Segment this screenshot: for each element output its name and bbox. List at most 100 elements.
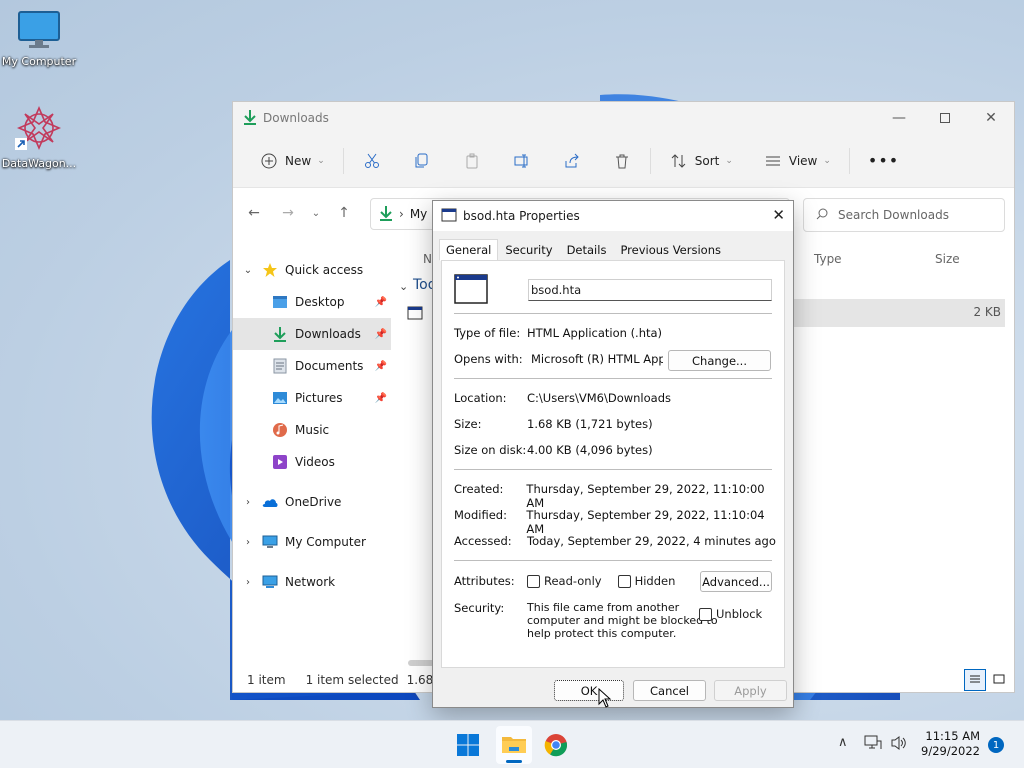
start-button[interactable] — [456, 733, 480, 760]
taskbar: ∧ 11:15 AM 9/29/2022 1 — [0, 720, 1024, 768]
item-count: 1 item — [247, 673, 286, 687]
explorer-titlebar[interactable]: Downloads — ✕ — [233, 102, 1014, 134]
recent-locations-button[interactable]: ⌄ — [305, 196, 327, 230]
pin-icon: 📌 — [374, 328, 387, 340]
new-button[interactable]: New ⌄ — [251, 145, 333, 177]
taskbar-chrome[interactable] — [544, 733, 568, 760]
details-view-button[interactable] — [964, 669, 986, 691]
scissors-icon — [362, 151, 382, 171]
desktop-icon-datawagon[interactable]: DataWagon... — [0, 104, 78, 170]
monitor-icon — [0, 10, 78, 53]
minimize-button[interactable]: — — [876, 102, 922, 134]
picture-icon — [271, 389, 289, 407]
separator — [454, 560, 772, 561]
share-button[interactable] — [554, 145, 590, 177]
up-button[interactable]: ↑ — [327, 196, 361, 230]
change-button[interactable]: Change... — [668, 350, 771, 371]
sidebar-item-videos[interactable]: Videos — [233, 446, 391, 478]
tab-general[interactable]: General — [439, 239, 499, 261]
search-box[interactable]: Search Downloads — [803, 198, 1005, 232]
sidebar-quick-access[interactable]: ⌄ Quick access — [233, 254, 391, 286]
ok-button[interactable]: OK — [554, 680, 624, 701]
copy-button[interactable] — [404, 145, 440, 177]
trash-icon — [612, 151, 632, 171]
volume-icon[interactable] — [890, 735, 908, 754]
column-header-type[interactable]: Type — [814, 252, 842, 266]
notification-badge[interactable]: 1 — [988, 737, 1004, 753]
rename-button[interactable] — [504, 145, 540, 177]
location-label: Location: — [454, 391, 507, 405]
chevron-down-icon: ⌄ — [243, 264, 253, 276]
close-button[interactable]: ✕ — [968, 102, 1014, 134]
unblock-checkbox[interactable]: Unblock — [699, 607, 762, 621]
dialog-close-button[interactable]: ✕ — [772, 206, 785, 224]
accessed-value: Today, September 29, 2022, 4 minutes ago — [527, 534, 776, 548]
network-status-icon[interactable] — [864, 735, 882, 754]
sidebar-item-documents[interactable]: Documents 📌 — [233, 350, 391, 382]
toolbar-divider — [342, 147, 344, 174]
chevron-down-icon: ⌄ — [823, 155, 831, 166]
view-button[interactable]: View ⌄ — [755, 145, 839, 177]
chrome-icon — [544, 734, 568, 760]
created-value: Thursday, September 29, 2022, 11:10:00 A… — [526, 482, 765, 510]
column-header-name[interactable]: N — [423, 252, 432, 266]
hta-file-icon — [407, 306, 423, 323]
dialog-titlebar[interactable]: bsod.hta Properties ✕ — [433, 201, 793, 231]
sidebar-item-downloads[interactable]: Downloads 📌 — [233, 318, 391, 350]
share-icon — [562, 151, 582, 171]
sidebar-my-computer[interactable]: › My Computer — [233, 526, 391, 558]
unblock-label: Unblock — [716, 607, 763, 621]
size-value: 1.68 KB (1,721 bytes) — [527, 417, 653, 431]
paste-button[interactable] — [454, 145, 490, 177]
star-icon — [261, 261, 279, 279]
apply-button[interactable]: Apply — [714, 680, 787, 701]
clock-date: 9/29/2022 — [921, 744, 980, 758]
sidebar-network[interactable]: › Network — [233, 566, 391, 598]
tab-details[interactable]: Details — [560, 239, 614, 261]
more-options-button[interactable]: ••• — [860, 145, 907, 176]
back-button[interactable]: ← — [237, 196, 271, 230]
mouse-cursor-icon — [598, 687, 612, 711]
forward-button[interactable]: → — [271, 196, 305, 230]
opens-with-label: Opens with: — [454, 352, 523, 366]
column-header-size[interactable]: Size — [935, 252, 960, 266]
chevron-right-icon: › — [246, 496, 250, 508]
delete-button[interactable] — [604, 145, 640, 177]
created-row: Created: Thursday, September 29, 2022, 1… — [454, 482, 784, 510]
system-clock[interactable]: 11:15 AM 9/29/2022 — [918, 729, 980, 759]
breadcrumb[interactable]: My — [410, 207, 427, 221]
sidebar-label: Music — [295, 423, 330, 437]
filename-input[interactable]: bsod.hta — [528, 279, 772, 301]
desktop-folder-icon — [271, 293, 289, 311]
sidebar-item-pictures[interactable]: Pictures 📌 — [233, 382, 391, 414]
maximize-button[interactable] — [922, 102, 968, 134]
download-arrow-icon — [243, 109, 257, 128]
view-lines-icon — [763, 151, 783, 171]
advanced-button[interactable]: Advanced... — [700, 571, 772, 592]
selected-count: 1 item selected — [305, 673, 399, 687]
modified-value: Thursday, September 29, 2022, 11:10:04 A… — [526, 508, 765, 536]
sidebar-item-music[interactable]: Music — [233, 414, 391, 446]
readonly-checkbox[interactable]: Read-only — [527, 574, 602, 588]
tiles-view-button[interactable] — [988, 669, 1010, 691]
tab-previous-versions[interactable]: Previous Versions — [613, 239, 728, 261]
opens-with-value: Microsoft (R) HTML App — [527, 352, 663, 366]
sort-button[interactable]: Sort ⌄ — [661, 145, 741, 177]
security-text-line: This file came from another — [527, 601, 680, 614]
sidebar-onedrive[interactable]: › OneDrive — [233, 486, 391, 518]
type-of-file-label: Type of file: — [454, 326, 521, 340]
taskbar-file-explorer[interactable] — [496, 726, 532, 764]
hidden-checkbox[interactable]: Hidden — [617, 574, 675, 588]
attributes-label: Attributes: — [454, 574, 515, 588]
desktop-icon-my-computer[interactable]: My Computer — [0, 10, 78, 68]
show-hidden-icons-button[interactable]: ∧ — [838, 735, 848, 750]
cut-button[interactable] — [354, 145, 390, 177]
chevron-down-icon: ⌄ — [317, 155, 325, 166]
size-on-disk-value: 4.00 KB (4,096 bytes) — [527, 443, 653, 457]
tab-security[interactable]: Security — [498, 239, 559, 261]
type-of-file-row: Type of file: HTML Application (.hta) — [454, 326, 662, 340]
cancel-button[interactable]: Cancel — [633, 680, 706, 701]
sidebar-item-desktop[interactable]: Desktop 📌 — [233, 286, 391, 318]
pin-icon: 📌 — [374, 392, 387, 404]
size-row: Size: 1.68 KB (1,721 bytes) — [454, 417, 653, 431]
